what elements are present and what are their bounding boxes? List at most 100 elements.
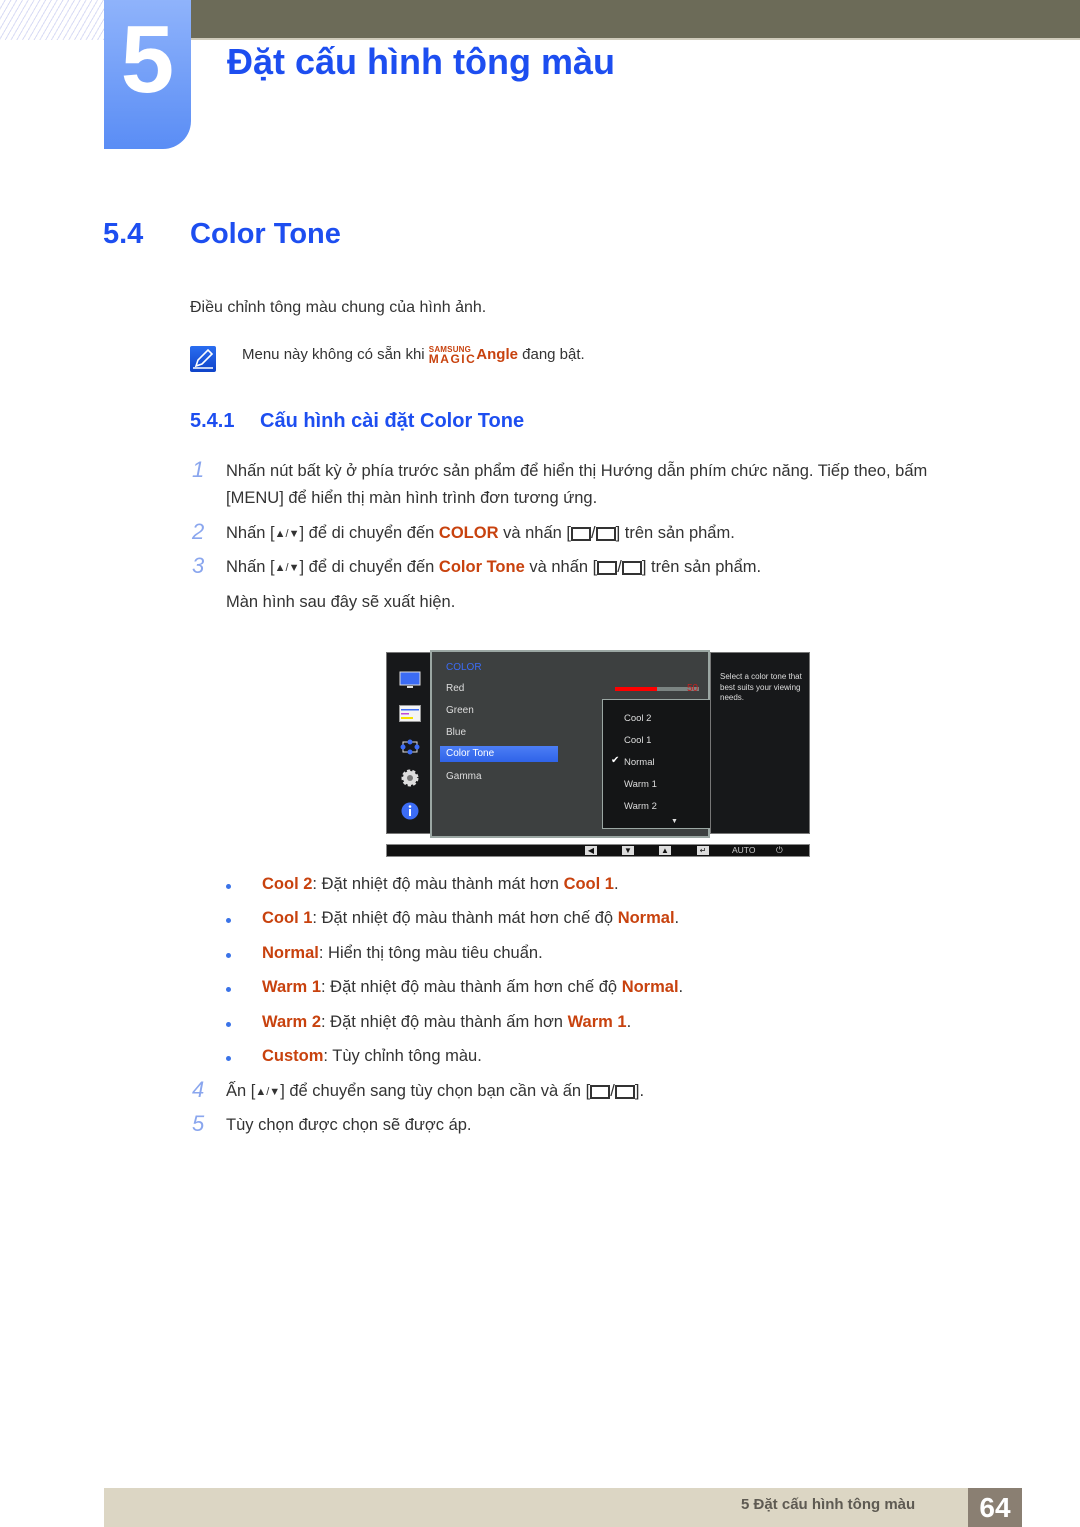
osd-item-red[interactable]: Red	[446, 683, 464, 694]
scroll-down-icon[interactable]: ▼	[671, 818, 678, 825]
osd-menu-screenshot: COLOR Red Green Blue Color Tone Gamma 50…	[386, 650, 810, 858]
step-text: ] để di chuyển đến	[299, 558, 439, 576]
step-text: Ấn [	[226, 1082, 256, 1100]
menu-key-label: MENU	[230, 489, 280, 507]
up-down-keys-icon: ▲/▼	[274, 562, 300, 574]
enter-button-icon[interactable]: ↵	[697, 846, 709, 855]
step-3-follow: Màn hình sau đây sẽ xuất hiện.	[226, 593, 456, 611]
enter-key-icon	[614, 1085, 635, 1099]
up-down-keys-icon: ▲/▼	[255, 1086, 281, 1098]
osd-color-menu: COLOR Red Green Blue Color Tone Gamma 50…	[430, 650, 747, 838]
menu-target-color: COLOR	[438, 524, 499, 542]
header-hatch-decoration	[0, 0, 104, 40]
osd-item-green[interactable]: Green	[446, 705, 474, 716]
step-number: 5	[192, 1111, 205, 1136]
brand-magic: MAGIC	[428, 352, 477, 366]
osd-item-color-tone[interactable]: Color Tone	[440, 746, 558, 762]
source-key-icon	[597, 561, 618, 575]
step-5: Tùy chọn được chọn sẽ được áp.	[226, 1116, 472, 1134]
osd-side-menu	[386, 652, 431, 834]
note-text: Menu này không có sẵn khi SAMSUNG MAGIC An…	[242, 346, 585, 366]
osd-menu-title: COLOR	[446, 662, 482, 673]
up-button-icon[interactable]: ▲	[659, 846, 671, 855]
auto-button[interactable]: AUTO	[732, 845, 755, 855]
punct: .	[613, 875, 619, 893]
chapter-title: Đặt cấu hình tông màu	[227, 41, 616, 82]
power-button-icon[interactable]: ⏻	[776, 845, 783, 856]
down-button-icon[interactable]: ▼	[622, 846, 634, 855]
list-item: Warm 2: Đặt nhiệt độ màu thành ấm hơn Wa…	[262, 1013, 631, 1032]
punct: .	[626, 1013, 632, 1031]
section-intro: Điều chỉnh tông màu chung của hình ảnh.	[190, 299, 487, 316]
step-text: ] để di chuyển đến	[299, 524, 439, 542]
bullet-icon	[226, 884, 231, 889]
list-item: Cool 1: Đặt nhiệt độ màu thành mát hơn c…	[262, 909, 679, 928]
bullet-icon	[226, 918, 231, 923]
step-3: Nhấn [▲/▼] để di chuyển đến Color Tone v…	[226, 554, 761, 622]
step-text: ] trên sản phẩm.	[615, 524, 735, 542]
osd-red-value: 50	[687, 683, 699, 694]
list-item: Warm 1: Đặt nhiệt độ màu thành ấm hơn ch…	[262, 978, 683, 997]
osd-help-panel: Select a color tone that best suits your…	[710, 652, 810, 834]
page-number: 64	[968, 1488, 1022, 1527]
chapter-number: 5	[120, 6, 175, 113]
up-down-keys-icon: ▲/▼	[274, 528, 300, 540]
bullet-icon	[226, 953, 231, 958]
step-1: Nhấn nút bất kỳ ở phía trước sản phẩm để…	[226, 458, 1016, 512]
osd-option-cool-2[interactable]: Cool 2	[624, 713, 651, 724]
step-text: ] trên sản phẩm.	[641, 558, 762, 576]
option-term: Custom	[262, 1047, 324, 1065]
step-text: Nhấn [	[226, 524, 275, 542]
step-2: Nhấn [▲/▼] để di chuyển đến COLOR và nhấ…	[226, 520, 735, 548]
header-bar	[190, 0, 1080, 38]
list-item: Custom: Tùy chỉnh tông màu.	[262, 1047, 482, 1066]
enter-key-icon	[595, 527, 616, 541]
step-1-line1: Nhấn nút bất kỳ ở phía trước sản phẩm để…	[226, 462, 928, 480]
size-position-icon	[399, 737, 421, 755]
step-number: 4	[192, 1077, 205, 1102]
step-number: 3	[192, 553, 205, 578]
footer-chapter-label: 5 Đặt cấu hình tông màu	[741, 1496, 916, 1513]
option-ref: Cool 1	[563, 875, 614, 893]
note-text-after: đang bật.	[517, 346, 585, 363]
osd-red-slider-fill	[615, 687, 657, 691]
samsung-magic-logo: SAMSUNG MAGIC	[428, 346, 477, 366]
gear-icon	[399, 768, 421, 787]
step-number: 1	[192, 457, 205, 482]
section-title: Color Tone	[190, 218, 341, 250]
step-text: và nhấn [	[524, 558, 598, 576]
note-pencil-icon	[190, 346, 216, 372]
info-icon	[399, 801, 421, 820]
option-desc: : Đặt nhiệt độ màu thành ấm hơn	[321, 1013, 568, 1031]
osd-item-gamma[interactable]: Gamma	[446, 771, 482, 782]
punct: .	[674, 909, 680, 927]
source-key-icon	[570, 527, 591, 541]
osd-button-guide: ◀ ▼ ▲ ↵ AUTO ⏻	[386, 844, 810, 857]
menu-target-color-tone: Color Tone	[438, 558, 525, 576]
option-ref: Normal	[621, 978, 679, 996]
enter-key-icon	[621, 561, 642, 575]
left-button-icon[interactable]: ◀	[585, 846, 597, 855]
step-text: và nhấn [	[498, 524, 571, 542]
monitor-icon	[399, 671, 421, 689]
subsection-title: Cấu hình cài đặt Color Tone	[260, 410, 525, 432]
option-ref: Warm 1	[567, 1013, 627, 1031]
section-number: 5.4	[103, 218, 144, 250]
check-icon: ✔	[611, 755, 620, 766]
step-4: Ấn [▲/▼] để chuyển sang tùy chọn bạn cần…	[226, 1078, 644, 1106]
option-term: Cool 2	[262, 875, 313, 893]
list-item: Cool 2: Đặt nhiệt độ màu thành mát hơn C…	[262, 875, 619, 894]
osd-option-normal[interactable]: Normal	[624, 757, 655, 768]
osd-help-text: Select a color tone that best suits your…	[720, 672, 802, 702]
option-desc: : Đặt nhiệt độ màu thành ấm hơn chế độ	[321, 978, 622, 996]
step-number: 2	[192, 519, 205, 544]
osd-item-blue[interactable]: Blue	[446, 727, 466, 738]
source-key-icon	[590, 1085, 611, 1099]
option-term: Warm 1	[262, 978, 321, 996]
option-desc: : Đặt nhiệt độ màu thành mát hơn	[312, 875, 564, 893]
osd-option-cool-1[interactable]: Cool 1	[624, 735, 651, 746]
option-desc: : Hiển thị tông màu tiêu chuẩn.	[318, 944, 543, 962]
brand-feature-angle: Angle	[476, 346, 518, 363]
osd-option-warm-1[interactable]: Warm 1	[624, 779, 657, 790]
osd-option-warm-2[interactable]: Warm 2	[624, 801, 657, 812]
